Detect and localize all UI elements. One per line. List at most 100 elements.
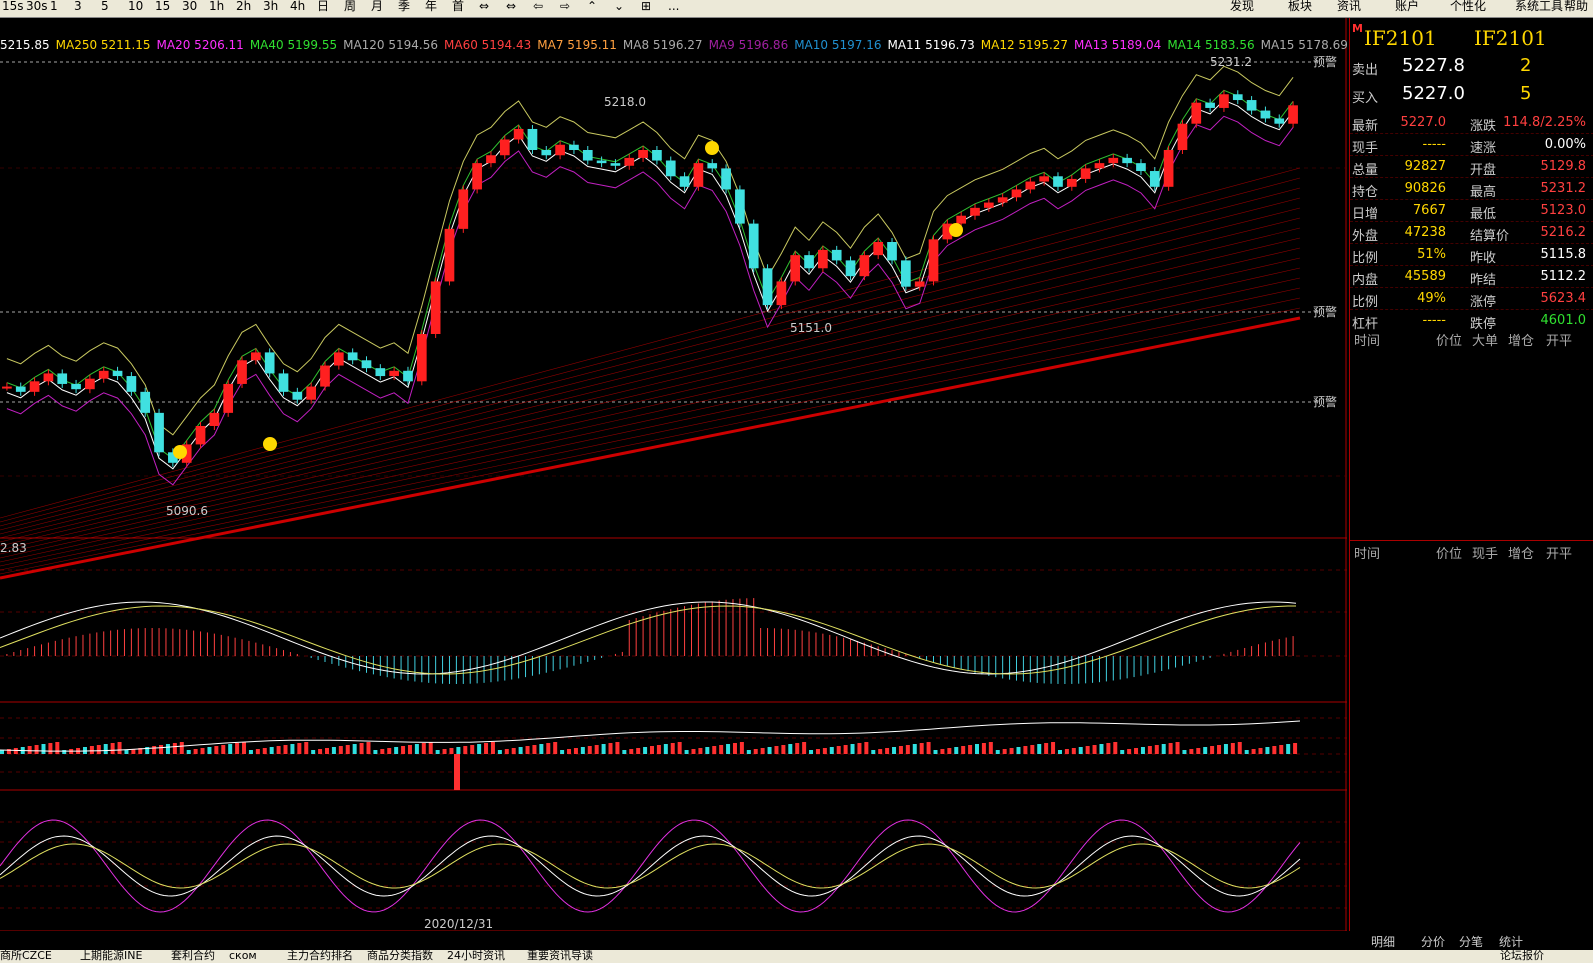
bottom-tab[interactable]: 明细 bbox=[1371, 933, 1395, 950]
period-button[interactable]: 3h bbox=[263, 0, 278, 12]
menu-item[interactable]: 个性化 bbox=[1450, 0, 1486, 12]
volume-bar bbox=[954, 747, 959, 754]
status-tab[interactable]: 商品分类指数 bbox=[367, 950, 433, 962]
volume-bar bbox=[947, 748, 952, 754]
period-button[interactable]: 15 bbox=[155, 0, 170, 12]
candle-body bbox=[1163, 150, 1174, 187]
kline-chart[interactable]: 预警预警预警5218.05090.65151.05231.22.832020/1… bbox=[0, 18, 1347, 931]
period-button[interactable]: 15s bbox=[2, 0, 24, 12]
volume-bar bbox=[380, 749, 385, 754]
period-button[interactable]: ⇔ bbox=[506, 0, 516, 12]
high-label: 5218.0 bbox=[604, 95, 646, 109]
period-button[interactable]: ⇔ bbox=[479, 0, 489, 12]
period-button[interactable]: 年 bbox=[425, 0, 437, 12]
period-button[interactable]: 周 bbox=[344, 0, 356, 12]
period-button[interactable]: ⇦ bbox=[533, 0, 543, 12]
candle-body bbox=[57, 373, 68, 384]
smiley-icon bbox=[263, 437, 277, 451]
status-tab[interactable]: 论坛报价 bbox=[1500, 950, 1544, 962]
volume-bar bbox=[304, 742, 309, 754]
status-tab[interactable]: 商所CZCE bbox=[0, 950, 52, 962]
volume-bar bbox=[124, 750, 129, 754]
quote-panel: M IF2101 IF2101 卖出 5227.8 2 买入 5227.0 5 … bbox=[1349, 18, 1593, 931]
volume-bar bbox=[207, 747, 212, 754]
period-button[interactable]: 30s bbox=[26, 0, 48, 12]
volume-bar bbox=[235, 743, 240, 754]
period-button[interactable]: 3 bbox=[74, 0, 82, 12]
volume-bar bbox=[774, 746, 779, 754]
stat-value: 4601.0 bbox=[1540, 313, 1587, 328]
period-button[interactable]: 5 bbox=[101, 0, 109, 12]
volume-bar bbox=[442, 749, 447, 754]
period-button[interactable]: ⇨ bbox=[560, 0, 570, 12]
candle-body bbox=[541, 150, 552, 156]
period-button[interactable]: 首 bbox=[452, 0, 464, 12]
volume-bar bbox=[48, 743, 53, 754]
bottom-tab[interactable]: 分笔 bbox=[1459, 933, 1483, 950]
volume-bar bbox=[525, 746, 530, 754]
period-button[interactable]: 季 bbox=[398, 0, 410, 12]
volume-bar bbox=[732, 743, 737, 754]
volume-bar bbox=[1023, 746, 1028, 754]
status-tab[interactable]: 主力合约排名 bbox=[287, 950, 353, 962]
volume-bar bbox=[1113, 742, 1118, 754]
period-button[interactable]: 1 bbox=[50, 0, 58, 12]
volume-bar bbox=[892, 747, 897, 754]
volume-bar bbox=[1237, 742, 1242, 754]
volume-bar bbox=[1161, 744, 1166, 754]
volume-bar bbox=[1016, 747, 1021, 754]
low-label: 5090.6 bbox=[166, 504, 208, 518]
stat-value: ----- bbox=[1422, 313, 1446, 328]
menu-item[interactable]: 帮助 bbox=[1564, 0, 1588, 12]
period-button[interactable]: ... bbox=[668, 0, 679, 12]
candle-body bbox=[320, 365, 330, 387]
volume-bar bbox=[677, 742, 682, 754]
candle-body bbox=[389, 370, 399, 377]
period-button[interactable]: 1h bbox=[209, 0, 224, 12]
symbol-right[interactable]: IF2101 bbox=[1474, 26, 1547, 50]
period-button[interactable]: 10 bbox=[128, 0, 143, 12]
period-button[interactable]: ⌃ bbox=[587, 0, 597, 12]
menu-item[interactable]: 系统工具 bbox=[1515, 0, 1563, 12]
candle-body bbox=[154, 412, 164, 453]
status-tab[interactable]: 重要资讯导读 bbox=[527, 950, 593, 962]
candle-body bbox=[721, 168, 731, 190]
volume-bar bbox=[463, 746, 468, 754]
bottom-tab[interactable]: 分价 bbox=[1421, 933, 1445, 950]
bottom-tab[interactable]: 统计 bbox=[1499, 933, 1523, 950]
period-button[interactable]: 2h bbox=[236, 0, 251, 12]
menu-item[interactable]: 资讯 bbox=[1337, 0, 1361, 12]
menu-item[interactable]: 账户 bbox=[1395, 0, 1419, 12]
volume-bar bbox=[1002, 749, 1007, 754]
status-tab[interactable]: 上期能源INE bbox=[80, 950, 142, 962]
menu-item[interactable]: 板块 bbox=[1288, 0, 1312, 12]
period-button[interactable]: 月 bbox=[371, 0, 383, 12]
volume-bar bbox=[829, 747, 834, 754]
status-tab[interactable]: ском bbox=[229, 950, 257, 962]
candle-body bbox=[458, 189, 469, 229]
volume-bar bbox=[1272, 746, 1277, 754]
volume-bar bbox=[283, 745, 288, 754]
candle-body bbox=[1232, 94, 1243, 101]
volume-bar bbox=[200, 748, 205, 754]
ma-fan-line bbox=[0, 217, 1301, 539]
period-button[interactable]: ⌄ bbox=[614, 0, 624, 12]
period-button[interactable]: 30 bbox=[182, 0, 197, 12]
ma-fan-line bbox=[0, 177, 1301, 523]
volume-bar bbox=[242, 742, 247, 754]
candle-body bbox=[223, 383, 234, 413]
candle-body bbox=[112, 370, 123, 377]
volume-bar bbox=[567, 749, 572, 754]
ma-legend-item: MA14 5183.56 bbox=[1167, 38, 1255, 52]
period-button[interactable]: 4h bbox=[290, 0, 305, 12]
volume-bar bbox=[159, 745, 164, 754]
symbol-left[interactable]: IF2101 bbox=[1364, 26, 1437, 50]
status-tab[interactable]: 套利合约 bbox=[171, 950, 215, 962]
volume-bar bbox=[435, 750, 440, 754]
status-tab[interactable]: 24小时资讯 bbox=[447, 950, 505, 962]
period-button[interactable]: 日 bbox=[317, 0, 329, 12]
menu-item[interactable]: 发现 bbox=[1230, 0, 1254, 12]
period-button[interactable]: ⊞ bbox=[641, 0, 651, 12]
kline-chart-area[interactable]: 预警 预警 预警 5218.0 5090.6 5151.0 5231.2 2.83 2020/1… bbox=[0, 18, 1348, 931]
candle-body bbox=[416, 334, 427, 382]
